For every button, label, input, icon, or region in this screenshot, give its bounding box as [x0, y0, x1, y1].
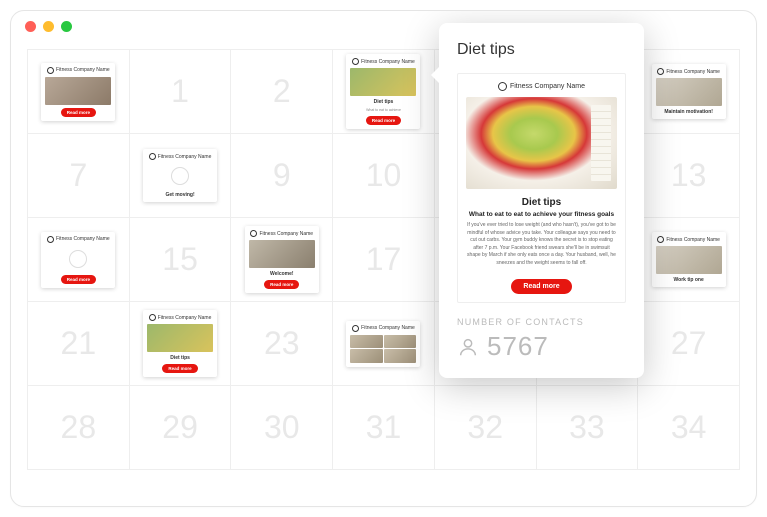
- calendar-cell[interactable]: Fitness Company Name Read more: [28, 50, 130, 134]
- circle-graphic: [69, 250, 87, 268]
- calendar-cell[interactable]: Fitness Company Name Read more: [28, 218, 130, 302]
- card-image: [350, 68, 416, 96]
- calendar-cell[interactable]: 9: [231, 134, 333, 218]
- calendar-cell[interactable]: 29: [130, 386, 232, 470]
- email-preview[interactable]: Fitness Company Name Diet tips What to e…: [457, 73, 626, 303]
- email-card[interactable]: Fitness Company Name Get moving!: [143, 149, 217, 202]
- card-image: [656, 78, 722, 106]
- card-button[interactable]: Read more: [366, 116, 401, 125]
- calendar-cell[interactable]: 34: [638, 386, 740, 470]
- card-brand: Fitness Company Name: [149, 314, 212, 321]
- calendar-cell[interactable]: 2: [231, 50, 333, 134]
- calendar-cell[interactable]: 1: [130, 50, 232, 134]
- calendar-cell[interactable]: Fitness Company Name Diet tips What to eat…: [333, 50, 435, 134]
- card-image: [249, 240, 315, 268]
- contacts-label: NUMBER OF CONTACTS: [457, 317, 626, 327]
- card-brand: Fitness Company Name: [352, 325, 415, 332]
- calendar-cell[interactable]: Fitness Company Name: [333, 302, 435, 386]
- calendar-cell[interactable]: 28: [28, 386, 130, 470]
- card-image-grid: [350, 335, 416, 363]
- calendar-cell[interactable]: 32: [435, 386, 537, 470]
- calendar-cell[interactable]: 13: [638, 134, 740, 218]
- circle-graphic: [171, 167, 189, 185]
- card-brand: Fitness Company Name: [149, 153, 212, 160]
- card-button[interactable]: Read more: [61, 108, 96, 117]
- card-button[interactable]: Read more: [162, 364, 197, 373]
- email-card[interactable]: Fitness Company Name Read more: [41, 232, 115, 288]
- card-title: Get moving!: [165, 192, 194, 198]
- maximize-icon[interactable]: [61, 21, 72, 32]
- read-more-button[interactable]: Read more: [511, 279, 571, 294]
- card-brand: Fitness Company Name: [47, 236, 110, 243]
- email-card[interactable]: Fitness Company Name Diet tips Read more: [143, 310, 217, 377]
- card-title: Diet tips: [170, 355, 190, 361]
- card-image: [656, 246, 722, 274]
- calendar-cell[interactable]: Fitness Company Name Diet tips Read more: [130, 302, 232, 386]
- card-brand: Fitness Company Name: [352, 58, 415, 65]
- card-text: What to eat to achieve: [366, 108, 401, 112]
- calendar-cell[interactable]: 30: [231, 386, 333, 470]
- salad-image: [466, 97, 617, 189]
- card-title: Maintain motivation!: [664, 109, 713, 115]
- card-title: Work tip one: [674, 277, 704, 283]
- calendar-cell[interactable]: 27: [638, 302, 740, 386]
- preview-title: Diet tips: [466, 197, 617, 208]
- calendar-cell[interactable]: Fitness Company Name Get moving!: [130, 134, 232, 218]
- calendar-cell[interactable]: Fitness Company Name Welcome! Read more: [231, 218, 333, 302]
- content-area: Fitness Company NameRead more12Fitness C…: [11, 41, 756, 486]
- calendar-cell[interactable]: 17: [333, 218, 435, 302]
- card-button[interactable]: Read more: [61, 275, 96, 284]
- email-card[interactable]: Fitness Company Name: [346, 321, 420, 367]
- preview-brand: Fitness Company Name: [466, 82, 617, 91]
- card-title: Diet tips: [374, 99, 394, 105]
- preview-popup: Diet tips Fitness Company Name Diet tips…: [439, 23, 644, 378]
- calendar-cell[interactable]: 15: [130, 218, 232, 302]
- calendar-cell[interactable]: 33: [537, 386, 639, 470]
- email-card[interactable]: Fitness Company Name Work tip one: [652, 232, 726, 287]
- minimize-icon[interactable]: [43, 21, 54, 32]
- app-window: Fitness Company NameRead more12Fitness C…: [10, 10, 757, 507]
- close-icon[interactable]: [25, 21, 36, 32]
- preview-subtitle: What to eat to eat to achieve your fitne…: [466, 211, 617, 218]
- card-brand: Fitness Company Name: [657, 236, 720, 243]
- calendar-cell[interactable]: 23: [231, 302, 333, 386]
- calendar-cell[interactable]: 10: [333, 134, 435, 218]
- calendar-cell[interactable]: 31: [333, 386, 435, 470]
- calendar-cell[interactable]: Fitness Company Name Work tip one: [638, 218, 740, 302]
- person-icon: [457, 336, 479, 358]
- email-card[interactable]: Fitness Company Name Welcome! Read more: [245, 226, 319, 293]
- email-card[interactable]: Fitness Company Name Maintain motivation!: [652, 64, 726, 119]
- card-brand: Fitness Company Name: [47, 67, 110, 74]
- card-title: Welcome!: [270, 271, 294, 277]
- card-brand: Fitness Company Name: [250, 230, 313, 237]
- contacts-number: 5767: [487, 331, 549, 362]
- preview-body: If you've ever tried to lose weight (and…: [466, 222, 617, 267]
- calendar-cell[interactable]: Fitness Company Name Maintain motivation!: [638, 50, 740, 134]
- card-image: [147, 324, 213, 352]
- calendar-cell[interactable]: 7: [28, 134, 130, 218]
- card-image: [45, 77, 111, 105]
- email-card[interactable]: Fitness Company Name Read more: [41, 63, 115, 121]
- card-brand: Fitness Company Name: [657, 68, 720, 75]
- contacts-count: 5767: [457, 331, 626, 362]
- titlebar: [11, 11, 756, 41]
- popup-heading: Diet tips: [457, 41, 626, 59]
- email-card[interactable]: Fitness Company Name Diet tips What to eat…: [346, 54, 420, 128]
- card-button[interactable]: Read more: [264, 280, 299, 289]
- calendar-cell[interactable]: 21: [28, 302, 130, 386]
